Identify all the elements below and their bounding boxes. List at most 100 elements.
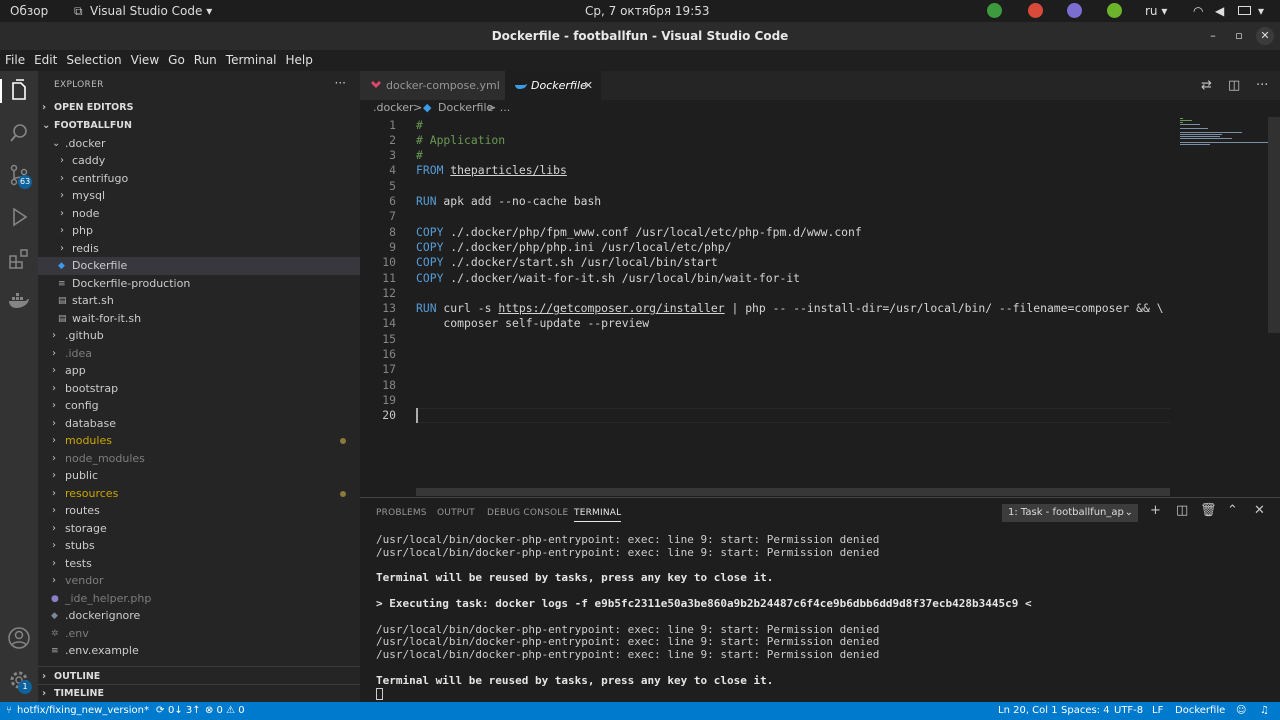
tree-folder-mysql[interactable]: › mysql <box>38 187 360 205</box>
tree-folder-app[interactable]: › app <box>38 362 360 380</box>
menu-go[interactable]: Go <box>163 50 189 67</box>
terminal-line: /usr/local/bin/docker-php-entrypoint: ex… <box>376 533 880 546</box>
close-window-icon[interactable]: ✕ <box>1256 27 1274 45</box>
tree-folder-public[interactable]: › public <box>38 467 360 485</box>
git-sync[interactable]: 0↓ 3↑ <box>168 705 201 716</box>
terminal-select[interactable]: 1: Task - footballfun_ap ⌄ <box>1002 504 1138 522</box>
close-panel-icon[interactable]: ✕ <box>1254 503 1265 518</box>
image-link[interactable]: theparticles/libs <box>450 163 567 177</box>
vertical-scrollbar[interactable] <box>1268 117 1280 333</box>
tab-dockerfile[interactable]: Dockerfile ✕ <box>505 71 601 100</box>
minimap[interactable] <box>1170 117 1268 496</box>
tree-file-env-example[interactable]: ≡ .env.example <box>38 642 360 660</box>
tree-file-dockerfile[interactable]: ◆ Dockerfile <box>38 257 360 275</box>
tree-folder-node-modules[interactable]: › node_modules <box>38 450 360 468</box>
tree-folder-caddy[interactable]: › caddy <box>38 152 360 170</box>
keyboard-layout[interactable]: ru ▾ <box>1145 4 1167 18</box>
tree-folder-idea[interactable]: › .idea <box>38 345 360 363</box>
code-editor[interactable]: 1 2 3 4 5 6 7 8 9 10 11 12 13 14 15 16 1… <box>360 117 1170 496</box>
tree-file-start-sh[interactable]: ▤ start.sh <box>38 292 360 310</box>
tree-folder-redis[interactable]: › redis <box>38 240 360 258</box>
tree-file-env[interactable]: ✲ .env <box>38 625 360 643</box>
tree-folder-storage[interactable]: › storage <box>38 520 360 538</box>
language-mode[interactable]: Dockerfile <box>1175 705 1225 716</box>
tree-folder-tests[interactable]: › tests <box>38 555 360 573</box>
end-of-line[interactable]: LF <box>1152 705 1163 716</box>
close-tab-icon[interactable]: ✕ <box>584 71 593 100</box>
tree-file-ide-helper[interactable]: ● _ide_helper.php <box>38 590 360 608</box>
menu-help[interactable]: Help <box>281 50 317 67</box>
tree-folder-resources[interactable]: › resources <box>38 485 360 503</box>
run-debug-icon[interactable] <box>7 205 31 229</box>
tab-output[interactable]: OUTPUT <box>437 508 475 518</box>
menu-edit[interactable]: Edit <box>29 50 61 67</box>
explorer-icon[interactable] <box>7 79 31 103</box>
git-branch[interactable]: hotfix/fixing_new_version* <box>17 705 149 716</box>
menu-terminal[interactable]: Terminal <box>221 50 281 67</box>
tree-file-wait-for-it-sh[interactable]: ▤ wait-for-it.sh <box>38 310 360 328</box>
feedback-icon[interactable]: ☺ <box>1236 705 1246 716</box>
cursor-position[interactable]: Ln 20, Col 1 <box>998 705 1058 716</box>
tree-folder-routes[interactable]: › routes <box>38 502 360 520</box>
new-terminal-icon[interactable]: + <box>1150 503 1161 518</box>
activities-button[interactable]: Обзор <box>10 4 48 18</box>
tab-problems[interactable]: PROBLEMS <box>376 508 427 518</box>
tree-file-dockerignore[interactable]: ◆ .dockerignore <box>38 607 360 625</box>
encoding[interactable]: UTF-8 <box>1114 705 1143 716</box>
tree-folder-bootstrap[interactable]: › bootstrap <box>38 380 360 398</box>
wifi-icon[interactable]: ◠ <box>1193 4 1203 18</box>
breadcrumb-file[interactable]: Dockerfile <box>438 101 493 114</box>
tree-file-dockerfile-production[interactable]: ≡ Dockerfile-production <box>38 275 360 293</box>
tree-folder-stubs[interactable]: › stubs <box>38 537 360 555</box>
tree-folder-node[interactable]: › node <box>38 205 360 223</box>
horizontal-scrollbar[interactable] <box>416 488 1170 496</box>
tree-folder-database[interactable]: › database <box>38 415 360 433</box>
tab-debug-console[interactable]: DEBUG CONSOLE <box>487 508 568 518</box>
tab-terminal[interactable]: TERMINAL <box>574 508 622 522</box>
chevron-up-icon[interactable]: ⌃ <box>1227 503 1238 518</box>
breadcrumb-folder[interactable]: .docker <box>373 101 414 114</box>
volume-icon[interactable]: ◀ <box>1215 4 1224 18</box>
split-editor-icon[interactable]: ◫ <box>1228 78 1240 93</box>
tree-folder-vendor[interactable]: › vendor <box>38 572 360 590</box>
maximize-icon[interactable]: ▫ <box>1230 27 1248 45</box>
menu-run[interactable]: Run <box>189 50 221 67</box>
menu-view[interactable]: View <box>126 50 163 67</box>
menu-file[interactable]: File <box>0 50 29 67</box>
more-actions-icon[interactable]: ··· <box>1256 78 1268 93</box>
trash-icon[interactable]: 🗑 <box>1200 503 1217 518</box>
tree-folder-centrifugo[interactable]: › centrifugo <box>38 170 360 188</box>
extensions-icon[interactable] <box>7 247 31 271</box>
explorer-more-actions-icon[interactable]: ··· <box>335 76 346 90</box>
account-icon[interactable] <box>7 626 31 650</box>
outline-section[interactable]: › OUTLINE <box>38 668 360 686</box>
recycle-tray-icon[interactable] <box>987 3 1002 18</box>
open-changes-icon[interactable]: ⇄ <box>1201 78 1212 93</box>
timeline-section[interactable]: › TIMELINE <box>38 685 360 703</box>
notifications-bell-icon[interactable]: ♫ <box>1260 705 1269 716</box>
system-menu-icon[interactable]: ▾ <box>1258 4 1264 18</box>
clock[interactable]: Ср, 7 октября 19:53 <box>585 4 710 18</box>
tree-folder-github[interactable]: › .github <box>38 327 360 345</box>
url-link[interactable]: https://getcomposer.org/installer <box>498 301 724 315</box>
viber-tray-icon[interactable] <box>1067 3 1082 18</box>
tab-docker-compose[interactable]: docker-compose.yml <box>360 71 505 100</box>
tree-folder-modules[interactable]: › modules <box>38 432 360 450</box>
split-terminal-icon[interactable]: ◫ <box>1176 503 1188 518</box>
check-tray-icon[interactable] <box>1107 3 1122 18</box>
browser-tray-icon[interactable] <box>1028 3 1043 18</box>
open-editors-section[interactable]: › OPEN EDITORS <box>38 99 360 117</box>
app-menu[interactable]: Visual Studio Code ▾ <box>90 4 212 18</box>
tree-folder-docker[interactable]: ⌄ .docker <box>38 135 360 153</box>
menu-selection[interactable]: Selection <box>61 50 125 67</box>
breadcrumb-symbols[interactable]: > ... <box>487 101 510 114</box>
project-section[interactable]: ⌄ FOOTBALLFUN <box>38 117 360 135</box>
tree-folder-config[interactable]: › config <box>38 397 360 415</box>
search-icon[interactable] <box>7 121 31 145</box>
tree-folder-php[interactable]: › php <box>38 222 360 240</box>
minimize-icon[interactable]: – <box>1204 27 1222 45</box>
docker-icon[interactable] <box>7 289 31 313</box>
problems-count[interactable]: ⊗ 0 ⚠ 0 <box>205 705 245 716</box>
battery-icon[interactable] <box>1238 6 1251 15</box>
indentation[interactable]: Spaces: 4 <box>1061 705 1110 716</box>
